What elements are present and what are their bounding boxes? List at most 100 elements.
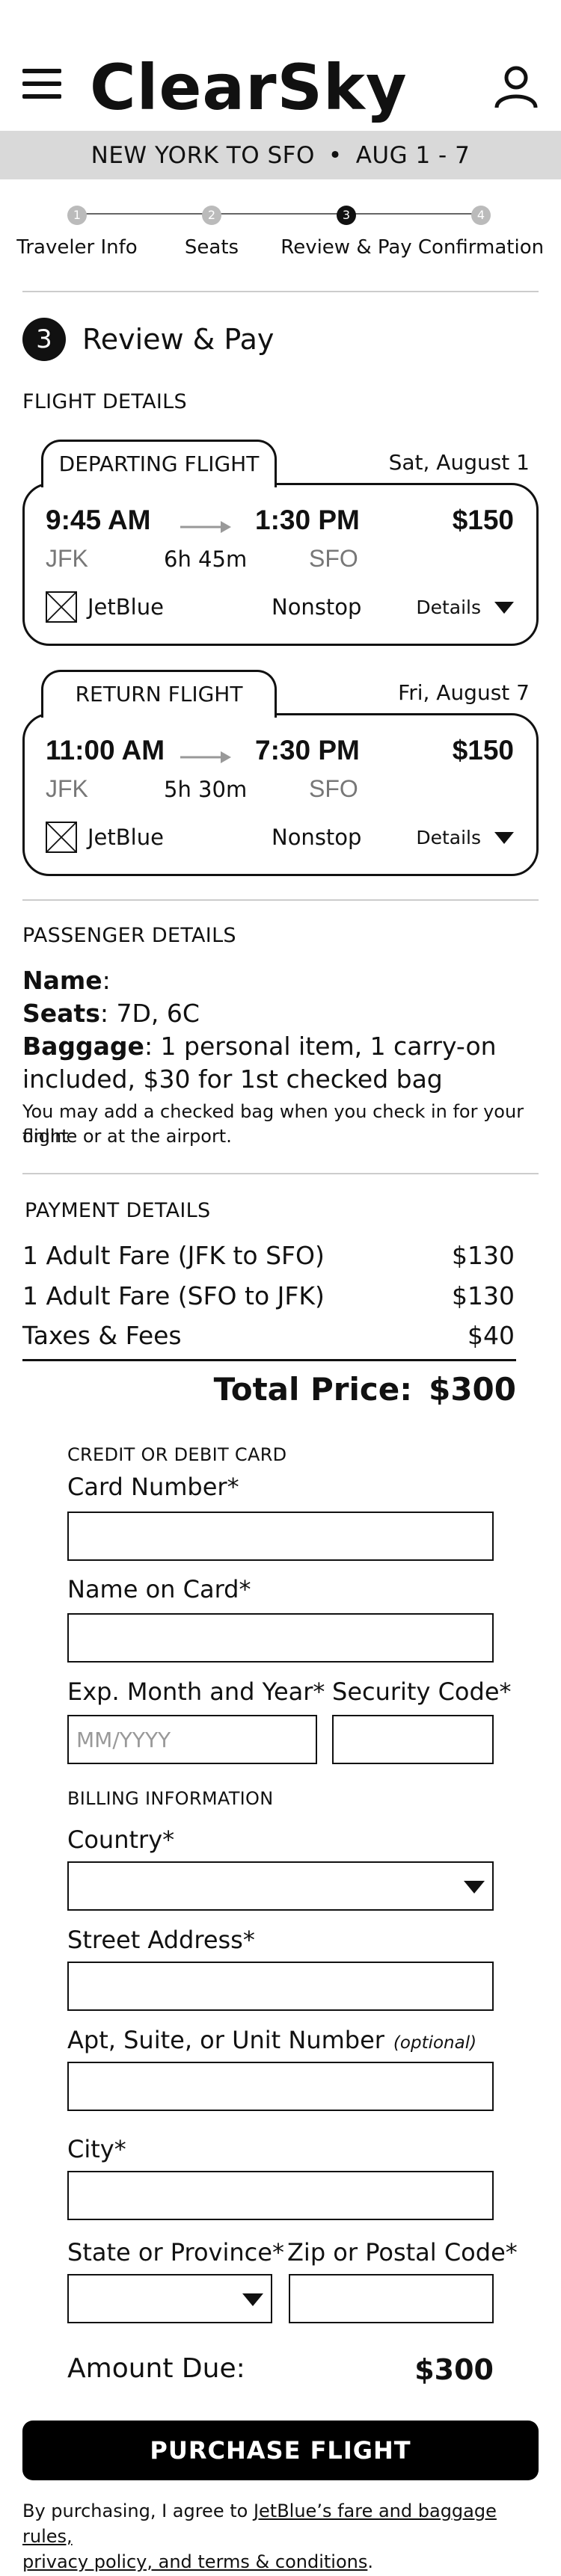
origin-airport: JFK — [46, 545, 88, 572]
card-number-label: Card Number* — [67, 1473, 239, 1501]
billing-section-heading: BILLING INFORMATION — [67, 1788, 274, 1809]
card-number-input[interactable] — [67, 1512, 494, 1561]
legal-disclaimer: By purchasing, I agree to JetBlue’s fare… — [22, 2498, 546, 2575]
amount-due: Amount Due: $300 — [67, 2353, 494, 2386]
airline-name: JetBlue — [88, 825, 164, 850]
step-1-indicator[interactable]: 1 — [67, 206, 87, 225]
fare-amount: $130 — [452, 1281, 515, 1310]
legal-suffix: . — [367, 2551, 373, 2572]
step-2-indicator[interactable]: 2 — [202, 206, 221, 225]
destination-airport: SFO — [309, 545, 358, 572]
hamburger-menu-icon[interactable] — [22, 69, 61, 99]
country-select[interactable] — [67, 1861, 494, 1911]
departing-flight-tab: DEPARTING FLIGHT — [41, 440, 277, 487]
flight-duration: 6h 45m — [164, 546, 248, 572]
apt-unit-label-text: Apt, Suite, or Unit Number — [67, 2026, 384, 2054]
legal-prefix: By purchasing, I agree to — [22, 2500, 254, 2521]
name-label: Name — [22, 966, 102, 995]
flight-price: $150 — [452, 735, 514, 765]
passenger-name: Name: — [22, 966, 111, 995]
total-amount: $300 — [429, 1371, 516, 1408]
apt-unit-input[interactable] — [67, 2062, 494, 2111]
total-divider — [22, 1359, 516, 1361]
app-logo[interactable]: ClearSky — [90, 51, 408, 124]
expiration-input[interactable] — [67, 1715, 317, 1764]
departure-time: 11:00 AM — [46, 735, 165, 765]
return-flight-tab: RETURN FLIGHT — [41, 670, 277, 718]
apt-unit-label: Apt, Suite, or Unit Number (optional) — [67, 2026, 476, 2054]
step-3-indicator: 3 — [337, 206, 356, 225]
fare-amount: $130 — [452, 1241, 515, 1270]
country-label: Country* — [67, 1825, 175, 1854]
airline-logo-placeholder-icon — [46, 822, 77, 853]
seats-label: Seats — [22, 999, 100, 1028]
flight-date: Fri, August 7 — [398, 680, 530, 705]
section-step-number: 3 — [22, 318, 66, 361]
passenger-details-heading: PASSENGER DETAILS — [22, 924, 236, 947]
baggage-label: Baggage — [22, 1032, 144, 1061]
amount-due-value: $300 — [414, 2353, 494, 2386]
payment-details-heading: PAYMENT DETAILS — [25, 1199, 211, 1222]
passenger-seats: Seats: 7D, 6C — [22, 999, 200, 1028]
flight-stops: Nonstop — [272, 594, 362, 620]
stepper-connector — [212, 213, 346, 215]
fare-row: Taxes & Fees $40 — [22, 1321, 515, 1350]
airline-name: JetBlue — [88, 594, 164, 620]
zip-input[interactable] — [289, 2274, 494, 2323]
optional-tag: (optional) — [393, 2033, 477, 2053]
origin-airport: JFK — [46, 775, 88, 802]
security-code-input[interactable] — [332, 1715, 494, 1764]
fees-label: Taxes & Fees — [22, 1321, 182, 1350]
flight-duration: 5h 30m — [164, 777, 248, 802]
flight-details-toggle[interactable]: Details — [416, 597, 514, 618]
step-4-label: Confirmation — [417, 236, 545, 259]
destination-airport: SFO — [309, 775, 358, 802]
amount-due-label: Amount Due: — [67, 2353, 245, 2384]
step-1-label[interactable]: Traveler Info — [10, 236, 144, 259]
flight-stops: Nonstop — [272, 825, 362, 850]
flight-price: $150 — [452, 505, 514, 535]
street-address-input[interactable] — [67, 1962, 494, 2011]
name-on-card-input[interactable] — [67, 1613, 494, 1663]
card-section-heading: CREDIT OR DEBIT CARD — [67, 1444, 287, 1465]
total-price: Total Price: $300 — [214, 1371, 516, 1408]
city-label: City* — [67, 2135, 126, 2163]
flight-details-toggle[interactable]: Details — [416, 827, 514, 848]
passenger-baggage: Baggage: 1 personal item, 1 carry-on — [22, 1032, 497, 1061]
baggage-note-line2: online or at the airport. — [22, 1126, 232, 1147]
trip-route: NEW YORK TO SFO — [91, 141, 315, 169]
city-input[interactable] — [67, 2171, 494, 2220]
arrival-time: 7:30 PM — [255, 735, 360, 765]
right-arrow-icon — [180, 521, 231, 533]
security-code-label: Security Code* — [332, 1677, 512, 1706]
stepper-connector — [346, 213, 481, 215]
baggage-value-line1: 1 personal item, 1 carry-on — [160, 1032, 497, 1061]
state-label: State or Province* — [67, 2238, 284, 2267]
arrival-time: 1:30 PM — [255, 505, 360, 535]
user-account-icon[interactable] — [494, 64, 539, 109]
caret-down-icon[interactable] — [464, 1881, 485, 1894]
app-header: ClearSky — [0, 0, 561, 131]
trip-separator: • — [328, 141, 343, 169]
section-divider — [22, 1173, 539, 1174]
state-select[interactable] — [67, 2274, 272, 2323]
privacy-terms-link[interactable]: privacy policy, and terms & conditions — [22, 2551, 367, 2572]
step-2-label[interactable]: Seats — [144, 236, 279, 259]
fare-row: 1 Adult Fare (SFO to JFK) $130 — [22, 1281, 515, 1310]
total-label: Total Price: — [213, 1371, 413, 1408]
seats-value: 7D, 6C — [116, 999, 200, 1028]
fees-amount: $40 — [468, 1321, 515, 1350]
purchase-flight-button[interactable]: PURCHASE FLIGHT — [22, 2421, 539, 2480]
caret-down-icon[interactable] — [494, 831, 514, 844]
caret-down-icon[interactable] — [494, 601, 514, 614]
section-divider — [22, 899, 539, 901]
page-title: Review & Pay — [82, 323, 275, 356]
details-label[interactable]: Details — [416, 827, 481, 848]
details-label[interactable]: Details — [416, 597, 481, 618]
caret-down-icon[interactable] — [242, 2293, 263, 2306]
flight-date: Sat, August 1 — [388, 450, 530, 475]
fare-label: 1 Adult Fare (SFO to JFK) — [22, 1281, 325, 1310]
trip-dates: AUG 1 - 7 — [355, 141, 470, 169]
departure-time: 9:45 AM — [46, 505, 151, 535]
right-arrow-icon — [180, 751, 231, 763]
